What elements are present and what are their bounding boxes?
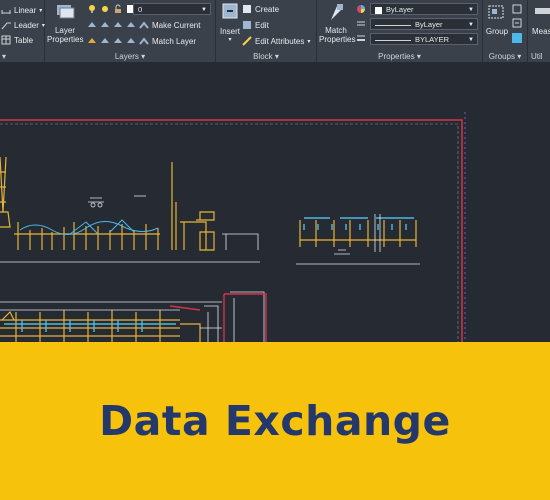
- lower-cyan: [4, 320, 176, 332]
- color-swatch: [375, 6, 382, 14]
- measure-button[interactable]: Meas: [532, 2, 550, 42]
- layer-properties-label: Layer Properties: [47, 26, 84, 44]
- create-block-icon: [242, 4, 252, 14]
- annotation-panel-expander[interactable]: ▾: [0, 52, 44, 61]
- unlock-icon[interactable]: [113, 4, 123, 14]
- linetype-combo-value: ByLayer: [415, 20, 443, 29]
- drawing-canvas[interactable]: [0, 62, 550, 342]
- upper-cyan-wires: [19, 219, 159, 235]
- edit-attributes-button[interactable]: Edit Attributes ▾: [242, 36, 310, 46]
- lineweight-combo[interactable]: BYLAYER ▼: [370, 33, 478, 45]
- edit-label: Edit: [255, 20, 269, 30]
- create-block-button[interactable]: Create: [242, 4, 279, 14]
- measure-label: Meas: [532, 27, 550, 36]
- layer-tools-row-2: Match Layer: [87, 36, 196, 46]
- groups-panel-title[interactable]: Groups ▾: [483, 52, 527, 61]
- edit-block-button[interactable]: Edit: [242, 20, 269, 30]
- layer-properties-button[interactable]: Layer Properties: [47, 2, 83, 46]
- table-button[interactable]: Table: [1, 35, 33, 45]
- group-label: Group: [485, 27, 509, 36]
- properties-panel: Match Properties ByLayer ▼ ByLayer ▼ BYL…: [317, 0, 483, 62]
- match-layer-button[interactable]: Match Layer: [152, 37, 196, 46]
- edit-attributes-label: Edit Attributes: [255, 36, 305, 46]
- edit-block-icon: [242, 20, 252, 30]
- linear-dimension-icon: [1, 5, 11, 15]
- lightbulb-icon[interactable]: [87, 4, 97, 14]
- chevron-down-icon: ▼: [201, 7, 207, 13]
- linear-label: Linear: [14, 5, 37, 15]
- layer-unisolate-icon[interactable]: [87, 36, 97, 46]
- layers-panel-title[interactable]: Layers ▾: [45, 52, 215, 61]
- annotation-panel: Linear ▾ Leader ▾ Table ▾: [0, 0, 45, 62]
- ribbon: Linear ▾ Leader ▾ Table ▾ Layer Properti…: [0, 0, 550, 62]
- sun-icon[interactable]: [100, 4, 110, 14]
- table-icon: [1, 35, 11, 45]
- lower-plan: [0, 310, 201, 342]
- block-panel: Insert ▾ Create Edit Edit Attributes ▾ B…: [216, 0, 317, 62]
- utilities-panel-title[interactable]: Util: [528, 52, 550, 61]
- chevron-down-icon: ▼: [468, 37, 474, 43]
- linetype-sample: [375, 24, 411, 26]
- group-edit-icon[interactable]: [512, 18, 522, 28]
- linetype-icon: [356, 19, 366, 29]
- match-layer-icon: [139, 36, 149, 46]
- layers-panel: Layer Properties 0 ▼ Make Current Match …: [45, 0, 216, 62]
- layer-freeze-icon[interactable]: [100, 20, 110, 30]
- upper-right-cyan: [303, 217, 414, 230]
- layer-thaw-icon[interactable]: [100, 36, 110, 46]
- banner-title: Data Exchange: [99, 397, 451, 445]
- leader-label: Leader: [14, 20, 39, 30]
- match-properties-label: Match Properties: [319, 26, 356, 44]
- upper-right-white: [296, 214, 420, 265]
- measure-icon: [535, 8, 550, 14]
- layer-lock-icon[interactable]: [126, 20, 136, 30]
- insert-block-icon: [222, 3, 238, 19]
- insert-button[interactable]: Insert ▾: [218, 2, 242, 46]
- linetype-combo[interactable]: ByLayer ▼: [370, 18, 478, 30]
- lineweight-icon: [356, 34, 366, 44]
- upper-elevation: [0, 156, 215, 251]
- drawing-svg: [0, 112, 466, 342]
- groups-panel: Group Groups ▾: [483, 0, 528, 62]
- match-properties-icon: [331, 4, 343, 20]
- lineweight-combo-value: BYLAYER: [415, 35, 450, 44]
- color-wheel-icon: [356, 4, 366, 14]
- utilities-panel: Meas Util: [528, 0, 550, 62]
- group-icon: [488, 5, 504, 19]
- group-select-icon[interactable]: [512, 33, 522, 43]
- lineweight-sample: [375, 39, 411, 41]
- layer-state-row: [87, 4, 136, 14]
- color-combo-value: ByLayer: [386, 5, 414, 14]
- layer-properties-icon: [57, 5, 75, 19]
- sheet-border: [0, 112, 466, 342]
- insert-label: Insert: [219, 27, 240, 36]
- leader-button[interactable]: Leader ▾: [1, 20, 45, 30]
- create-label: Create: [255, 4, 280, 14]
- ungroup-icon[interactable]: [512, 4, 522, 14]
- group-button[interactable]: Group: [484, 2, 510, 46]
- layer-tools-row-1: Make Current: [87, 20, 200, 30]
- layer-unlock-icon[interactable]: [126, 36, 136, 46]
- chevron-down-icon: ▼: [468, 7, 474, 13]
- edit-attributes-icon: [242, 36, 252, 46]
- block-panel-title[interactable]: Block ▾: [216, 52, 316, 61]
- color-combo[interactable]: ByLayer ▼: [370, 3, 478, 15]
- layer-off-icon[interactable]: [113, 20, 123, 30]
- properties-panel-title[interactable]: Properties ▾: [317, 52, 482, 61]
- chevron-down-icon: ▼: [468, 22, 474, 28]
- layer-combo-value: 0: [138, 5, 143, 14]
- table-label: Table: [14, 35, 34, 45]
- make-current-icon: [139, 20, 149, 30]
- layer-on-icon[interactable]: [113, 36, 123, 46]
- layer-combo[interactable]: 0 ▼: [133, 3, 211, 15]
- title-banner: Data Exchange: [0, 342, 550, 500]
- linear-dimension-button[interactable]: Linear ▾: [1, 5, 42, 15]
- match-properties-button[interactable]: Match Properties: [319, 2, 356, 46]
- make-current-button[interactable]: Make Current: [152, 21, 200, 30]
- leader-icon: [1, 20, 11, 30]
- layer-isolate-icon[interactable]: [87, 20, 97, 30]
